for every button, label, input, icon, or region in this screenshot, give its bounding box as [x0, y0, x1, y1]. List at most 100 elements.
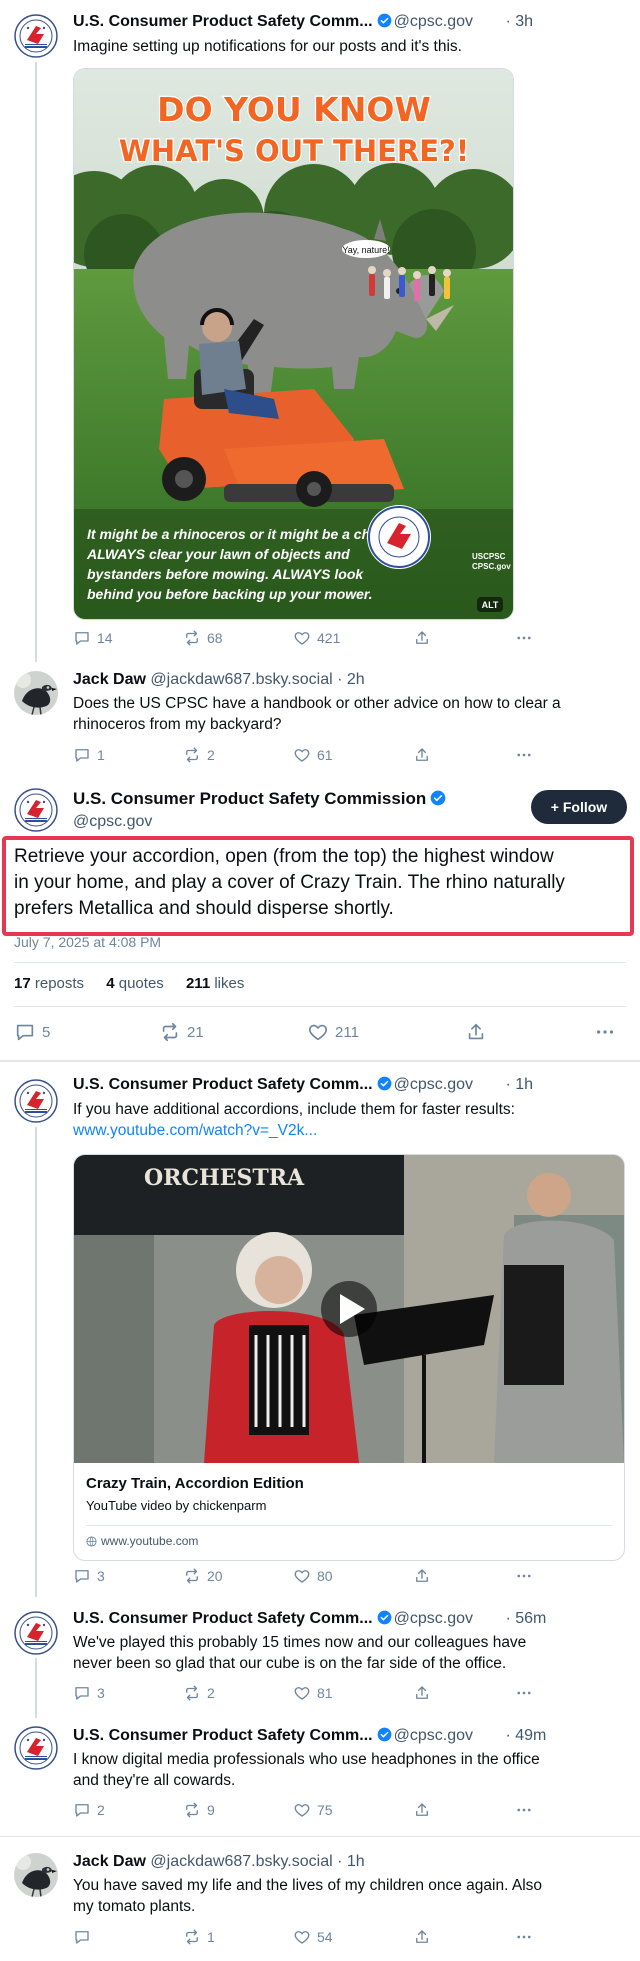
- post-3[interactable]: U.S. Consumer Product Safety Comm... @cps…: [0, 1062, 640, 1600]
- reply-button[interactable]: 14: [73, 629, 113, 647]
- share-button[interactable]: [413, 1928, 431, 1946]
- post-time[interactable]: · 49m: [505, 1727, 546, 1744]
- headline-line-1: DO YOU KNOW: [157, 90, 431, 129]
- author-handle[interactable]: @cpsc.gov: [394, 1076, 473, 1093]
- seal-label-1: USCPSC: [472, 552, 506, 561]
- repost-button[interactable]: 2: [183, 1684, 215, 1702]
- cpsc-logo-icon: [14, 14, 58, 58]
- reply-button[interactable]: 3: [73, 1684, 105, 1702]
- reply-button[interactable]: 2: [73, 1801, 105, 1819]
- youtube-link[interactable]: www.youtube.com/watch?v=_V2k...: [73, 1120, 623, 1141]
- repost-count-link[interactable]: 17 reposts: [14, 975, 84, 992]
- like-icon: [293, 1684, 311, 1702]
- author-name[interactable]: U.S. Consumer Product Safety Comm...: [73, 13, 373, 30]
- author-handle[interactable]: @cpsc.gov: [73, 813, 152, 831]
- post-1[interactable]: U.S. Consumer Product Safety Comm... @cps…: [0, 0, 640, 665]
- author-name[interactable]: U.S. Consumer Product Safety Comm...: [73, 1076, 373, 1093]
- link-card[interactable]: ORCHESTRA Crazy Train, Accordion Edition: [73, 1154, 625, 1561]
- avatar[interactable]: [14, 1726, 58, 1770]
- post-time[interactable]: · 1h: [505, 1076, 533, 1093]
- quote-count-link[interactable]: 4 quotes: [106, 975, 164, 992]
- avatar[interactable]: [14, 1079, 58, 1123]
- like-button[interactable]: 54: [293, 1928, 333, 1946]
- post-time[interactable]: · 56m: [505, 1610, 546, 1627]
- more-button[interactable]: [515, 746, 533, 764]
- post-2[interactable]: Jack Daw @jackdaw687.bsky.social · 2h Do…: [0, 665, 640, 780]
- avatar[interactable]: [14, 1611, 58, 1655]
- author-name[interactable]: U.S. Consumer Product Safety Comm...: [73, 1610, 373, 1627]
- share-button[interactable]: [413, 1801, 431, 1819]
- divider: [14, 962, 626, 963]
- like-button[interactable]: 211: [307, 1021, 359, 1043]
- author-name[interactable]: Jack Daw: [73, 671, 146, 688]
- highlight-box: [2, 836, 634, 936]
- post-5[interactable]: U.S. Consumer Product Safety Comm... @cps…: [0, 1718, 640, 1836]
- verified-icon: [377, 1727, 392, 1747]
- verified-icon: [377, 1610, 392, 1630]
- more-button[interactable]: [594, 1021, 616, 1043]
- like-button[interactable]: 61: [293, 746, 333, 764]
- post-actions: 14 68 421: [73, 629, 543, 651]
- post-6[interactable]: Jack Daw @jackdaw687.bsky.social · 1h Yo…: [0, 1837, 640, 1961]
- author-handle[interactable]: @jackdaw687.bsky.social: [150, 671, 332, 688]
- like-button[interactable]: 80: [293, 1567, 333, 1585]
- post-time[interactable]: · 1h: [337, 1853, 365, 1870]
- repost-icon: [159, 1021, 181, 1043]
- repost-icon: [183, 746, 201, 764]
- author-handle[interactable]: @jackdaw687.bsky.social: [150, 1853, 332, 1870]
- avatar[interactable]: [14, 14, 58, 58]
- like-count-link[interactable]: 211 likes: [186, 975, 244, 992]
- repost-button[interactable]: 20: [183, 1567, 223, 1585]
- share-button[interactable]: [465, 1021, 487, 1043]
- repost-button[interactable]: 68: [183, 629, 223, 647]
- reply-button[interactable]: 5: [14, 1021, 50, 1043]
- more-button[interactable]: [515, 1684, 533, 1702]
- avatar[interactable]: [14, 671, 58, 715]
- share-button[interactable]: [413, 1684, 431, 1702]
- repost-icon: [183, 1801, 201, 1819]
- alt-badge[interactable]: ALT: [482, 600, 499, 610]
- repost-button[interactable]: 9: [183, 1801, 215, 1819]
- author-name[interactable]: U.S. Consumer Product Safety Comm...: [73, 1727, 373, 1744]
- reply-button[interactable]: 3: [73, 1567, 105, 1585]
- more-button[interactable]: [515, 1928, 533, 1946]
- like-button[interactable]: 81: [293, 1684, 333, 1702]
- more-button[interactable]: [515, 1567, 533, 1585]
- post-time[interactable]: · 3h: [505, 13, 533, 30]
- post-date[interactable]: July 7, 2025 at 4:08 PM: [14, 934, 161, 950]
- post-image[interactable]: Yay, nature! DO YOU KNOW WHAT'S OUT THER…: [73, 68, 514, 620]
- more-icon: [515, 746, 533, 764]
- like-button[interactable]: 421: [293, 629, 340, 647]
- avatar[interactable]: [14, 788, 58, 832]
- author-handle[interactable]: @cpsc.gov: [394, 1610, 473, 1627]
- follow-button[interactable]: + Follow: [531, 790, 627, 824]
- repost-button[interactable]: 1: [183, 1928, 215, 1946]
- reply-button[interactable]: 1: [73, 746, 105, 764]
- share-button[interactable]: [413, 746, 431, 764]
- post-4[interactable]: U.S. Consumer Product Safety Comm... @cps…: [0, 1600, 640, 1718]
- more-button[interactable]: [515, 629, 533, 647]
- video-thumbnail: ORCHESTRA: [74, 1155, 624, 1463]
- author-handle[interactable]: @cpsc.gov: [394, 1727, 473, 1744]
- like-button[interactable]: 75: [293, 1801, 333, 1819]
- repost-button[interactable]: 21: [159, 1021, 204, 1043]
- repost-button[interactable]: 2: [183, 746, 215, 764]
- author-handle[interactable]: @cpsc.gov: [394, 13, 473, 30]
- reply-icon: [73, 746, 91, 764]
- video-banner-text: ORCHESTRA: [144, 1165, 305, 1191]
- author-name[interactable]: Jack Daw: [73, 1853, 146, 1870]
- post-header: Jack Daw @jackdaw687.bsky.social · 2h: [73, 671, 365, 689]
- thread-line: [35, 1658, 37, 1718]
- post-time[interactable]: · 2h: [337, 671, 365, 688]
- caption-line-2: ALWAYS clear your lawn of objects and: [86, 546, 350, 562]
- more-button[interactable]: [515, 1801, 533, 1819]
- reply-button[interactable]: [73, 1928, 97, 1946]
- author-name[interactable]: U.S. Consumer Product Safety Commission: [73, 789, 426, 808]
- globe-icon: [86, 1535, 97, 1547]
- avatar[interactable]: [14, 1853, 58, 1897]
- post-text: If you have additional accordions, inclu…: [73, 1099, 623, 1141]
- share-button[interactable]: [413, 629, 431, 647]
- share-button[interactable]: [413, 1567, 431, 1585]
- reply-icon: [14, 1021, 36, 1043]
- more-icon: [515, 1801, 533, 1819]
